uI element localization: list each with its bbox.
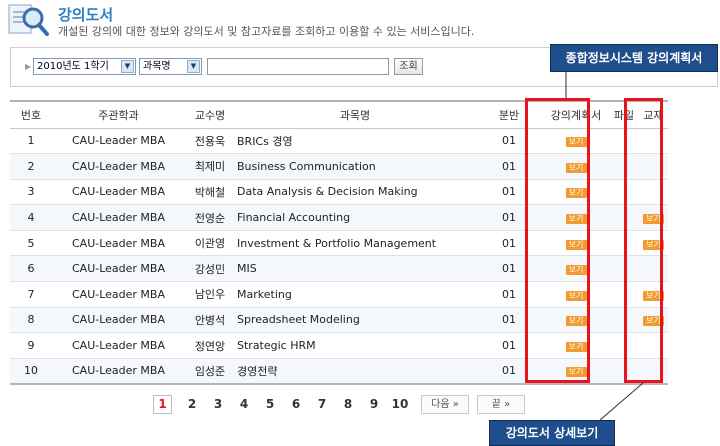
row-number: 7 bbox=[27, 287, 35, 301]
row-professor: 정연앙 bbox=[194, 339, 226, 353]
plan-column-highlight bbox=[525, 98, 590, 383]
row-professor: 박해철 bbox=[194, 185, 226, 199]
next-page-button[interactable]: 다음 » bbox=[421, 394, 469, 414]
row-course-title[interactable]: 경영전략 bbox=[235, 358, 475, 384]
row-professor: 전영순 bbox=[194, 211, 226, 225]
row-department: CAU-Leader MBA bbox=[71, 339, 165, 353]
page-description: 개설된 강의에 대한 정보와 강의도서 및 참고자료를 조회하고 이용할 수 있… bbox=[58, 25, 475, 38]
row-department: CAU-Leader MBA bbox=[71, 236, 165, 250]
row-department: CAU-Leader MBA bbox=[71, 185, 165, 199]
row-course-title[interactable]: Spreadsheet Modeling bbox=[235, 307, 475, 333]
row-professor: 이관영 bbox=[194, 237, 226, 251]
triangle-right-icon: ▶ bbox=[25, 62, 32, 71]
row-number: 3 bbox=[27, 185, 35, 199]
row-course-title[interactable]: BRICs 경영 bbox=[235, 128, 475, 154]
search-button[interactable]: 조회 bbox=[394, 58, 423, 75]
page-title: 강의도서 bbox=[58, 6, 114, 24]
page-link-5[interactable]: 5 bbox=[257, 397, 283, 411]
row-course-title[interactable]: MIS bbox=[235, 256, 475, 282]
detail-callout: 강의도서 상세보기 bbox=[489, 420, 615, 446]
row-professor: 전용욱 bbox=[194, 134, 226, 148]
plan-callout: 종합정보시스템 강의계획서 bbox=[550, 44, 718, 72]
magnifier-document-icon bbox=[8, 4, 49, 36]
page-link-4[interactable]: 4 bbox=[231, 397, 257, 411]
row-professor: 최제미 bbox=[194, 160, 226, 174]
page-link-9[interactable]: 9 bbox=[361, 397, 387, 411]
row-department: CAU-Leader MBA bbox=[71, 159, 165, 173]
row-number: 10 bbox=[24, 364, 38, 378]
row-number: 5 bbox=[27, 236, 35, 250]
search-input[interactable] bbox=[207, 58, 389, 75]
term-select[interactable]: 2010년도 1학기 ▼ bbox=[33, 58, 136, 75]
chevron-down-icon[interactable]: ▼ bbox=[121, 60, 134, 73]
page-link-1[interactable]: 1 bbox=[153, 394, 172, 414]
row-professor: 임성준 bbox=[194, 364, 226, 378]
page-link-7[interactable]: 7 bbox=[309, 397, 335, 411]
row-course-title[interactable]: Marketing bbox=[235, 282, 475, 308]
row-department: CAU-Leader MBA bbox=[71, 262, 165, 276]
row-department: CAU-Leader MBA bbox=[71, 364, 165, 378]
row-department: CAU-Leader MBA bbox=[71, 134, 165, 148]
row-course-title[interactable]: Strategic HRM bbox=[235, 333, 475, 359]
chevron-down-icon[interactable]: ▼ bbox=[187, 60, 200, 73]
page-link-10[interactable]: 10 bbox=[387, 397, 413, 411]
page-link-3[interactable]: 3 bbox=[205, 397, 231, 411]
row-number: 6 bbox=[27, 262, 35, 276]
row-department: CAU-Leader MBA bbox=[71, 211, 165, 225]
field-select-value: 과목명 bbox=[143, 61, 171, 72]
row-number: 1 bbox=[27, 134, 35, 148]
row-number: 4 bbox=[27, 211, 35, 225]
col-header-dept: 주관학과 bbox=[52, 100, 185, 129]
textbook-column-highlight bbox=[624, 98, 663, 383]
row-number: 2 bbox=[27, 159, 35, 173]
row-course-title[interactable]: Financial Accounting bbox=[235, 205, 475, 231]
pagination: 1 2 3 4 5 6 7 8 9 10 다음 » 끝 » bbox=[153, 394, 525, 414]
row-number: 8 bbox=[27, 313, 35, 327]
field-select[interactable]: 과목명 ▼ bbox=[139, 58, 202, 75]
row-number: 9 bbox=[27, 339, 35, 353]
page-link-8[interactable]: 8 bbox=[335, 397, 361, 411]
row-professor: 강성민 bbox=[194, 262, 226, 276]
row-professor: 남인우 bbox=[194, 288, 226, 302]
last-page-button[interactable]: 끝 » bbox=[477, 394, 525, 414]
row-professor: 안병석 bbox=[194, 313, 226, 327]
row-department: CAU-Leader MBA bbox=[71, 287, 165, 301]
row-course-title[interactable]: Business Communication bbox=[235, 154, 475, 180]
page-link-2[interactable]: 2 bbox=[179, 397, 205, 411]
page-link-6[interactable]: 6 bbox=[283, 397, 309, 411]
col-header-no: 번호 bbox=[10, 100, 52, 129]
row-department: CAU-Leader MBA bbox=[71, 313, 165, 327]
row-course-title[interactable]: Investment & Portfolio Management bbox=[235, 230, 475, 256]
col-header-title: 과목명 bbox=[235, 100, 475, 129]
term-select-value: 2010년도 1학기 bbox=[37, 61, 109, 72]
row-course-title[interactable]: Data Analysis & Decision Making bbox=[235, 179, 475, 205]
col-header-prof: 교수명 bbox=[185, 100, 235, 129]
